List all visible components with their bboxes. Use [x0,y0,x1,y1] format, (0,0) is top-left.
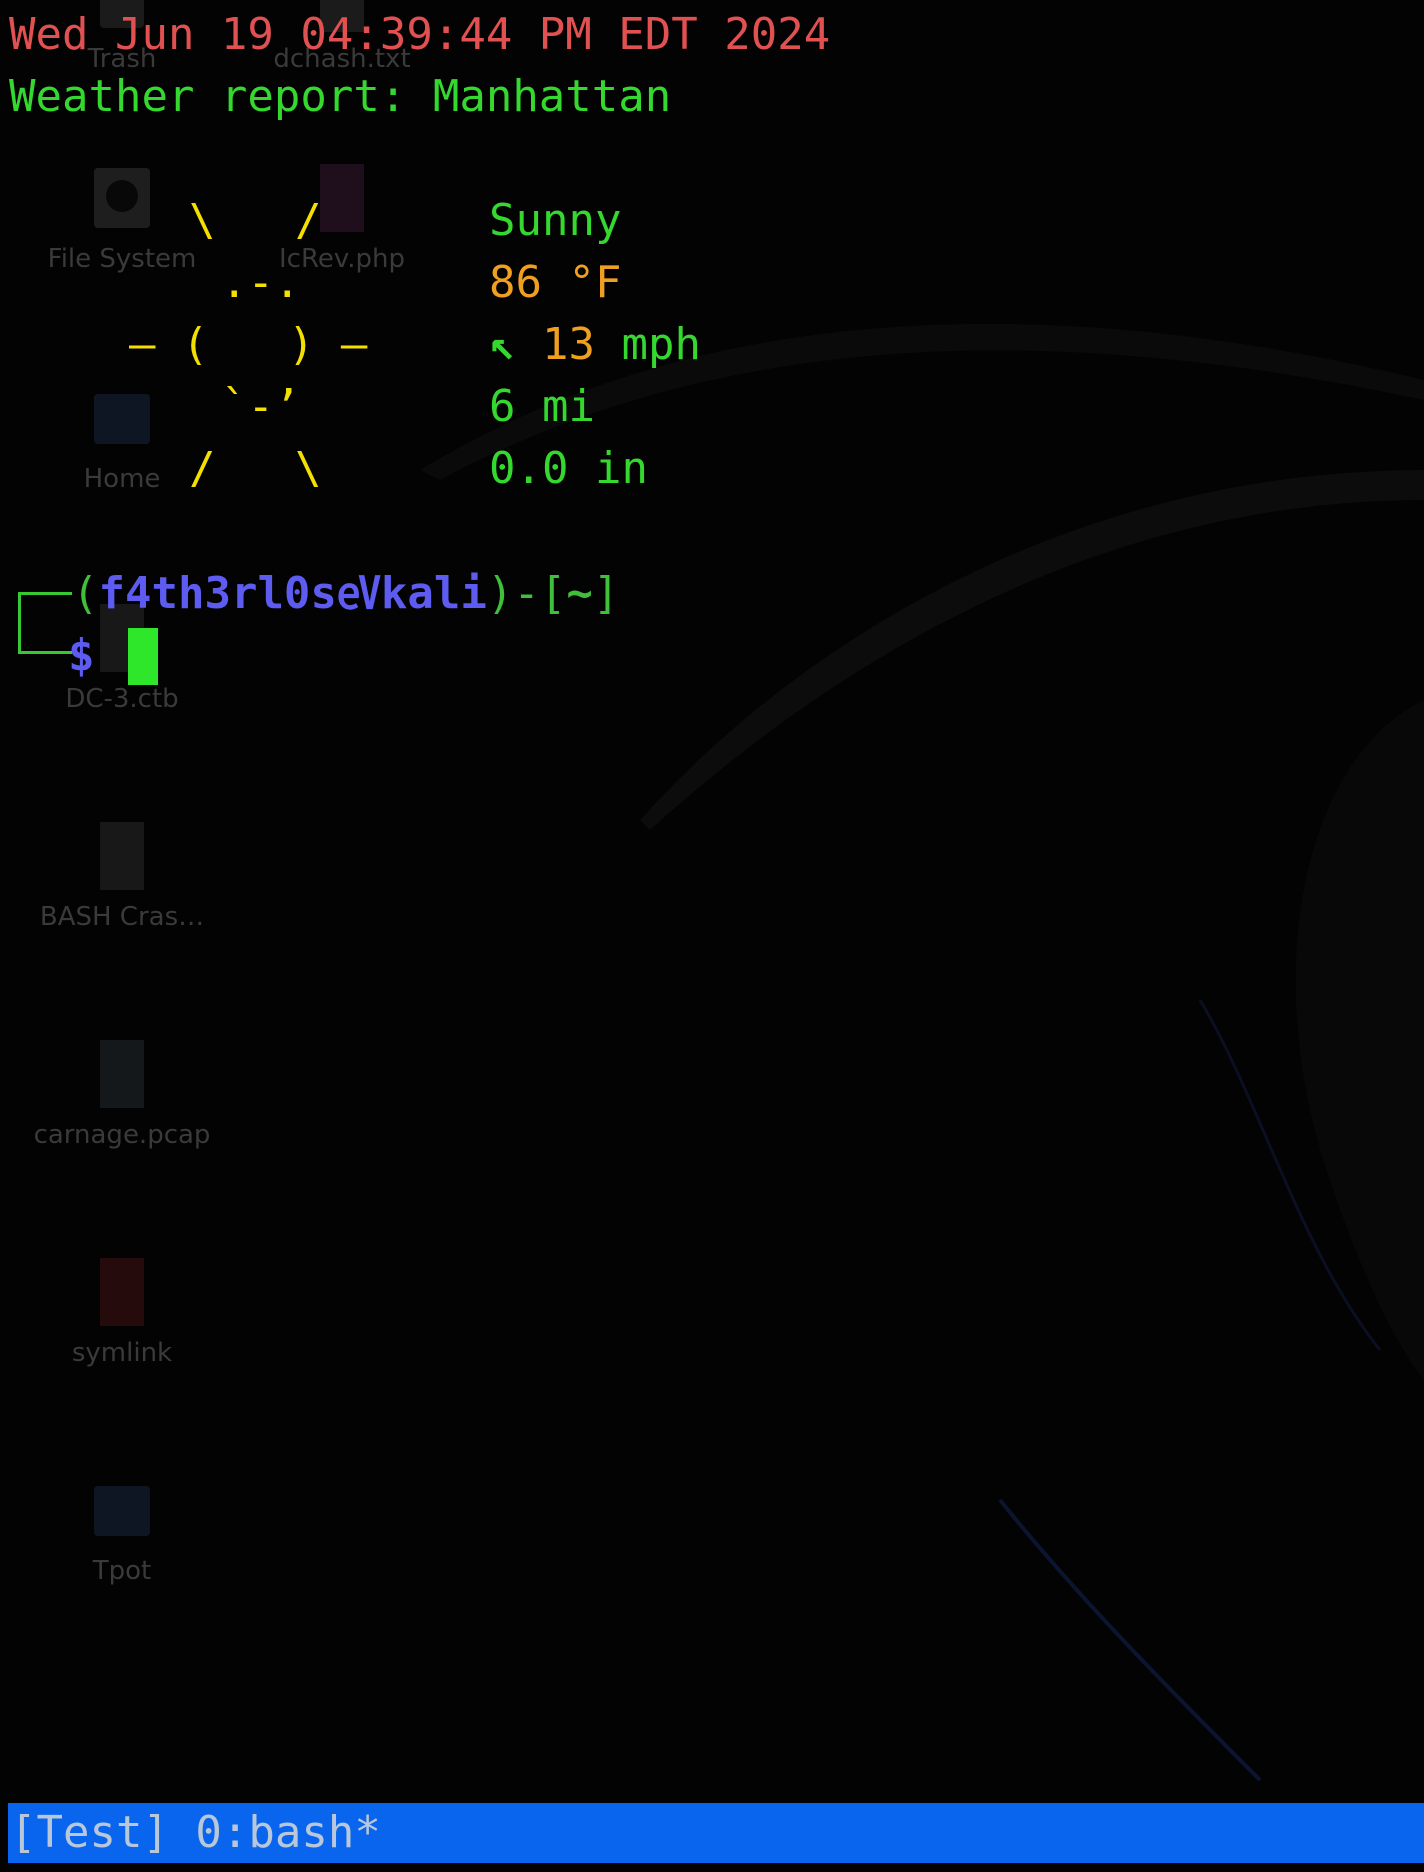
weather-wind: ↖ 13 mph [489,323,701,367]
tmux-window-list[interactable]: [Test] 0:bash* [10,1811,381,1855]
prompt-open-paren: ( [72,568,99,619]
ascii-sun-line-4: `-’ [221,381,301,432]
prompt-cwd-close: ] [592,568,620,619]
weather-condition: Sunny [489,195,622,246]
wind-speed: 13 [542,319,595,370]
kali-logo-icon: ㋎ [336,568,381,619]
prompt-host: kali [380,568,487,619]
date-output: Wed Jun 19 04:39:44 PM EDT 2024 [9,9,831,60]
tmux-status-bar[interactable]: [Test] 0:bash* [8,1803,1424,1863]
weather-precipitation: 0.0 in [489,443,648,494]
terminal-window[interactable]: Wed Jun 19 04:39:44 PM EDT 2024 Weather … [0,0,1424,1872]
prompt-corner-bracket [18,592,72,654]
weather-header: Weather report: Manhattan [9,71,672,122]
ascii-sun-line-1: \ / [189,195,322,246]
weather-temperature: 86 °F [489,261,621,305]
ascii-sun-line-5: / \ [189,443,322,494]
temperature-unit: °F [568,257,622,308]
prompt-line: (f4th3rl0s㋎kali)-[~] [72,572,619,616]
prompt-close: )-[ [486,568,567,619]
ascii-sun-line-3: ‒ ( ) ‒ [129,319,368,370]
wind-arrow-icon: ↖ [489,319,516,370]
ascii-sun-line-2: .-. [221,257,301,308]
prompt-cwd: ~ [566,568,593,619]
terminal-cursor[interactable] [128,628,158,685]
temperature-value: 86 [489,257,542,308]
weather-visibility: 6 mi [489,381,595,432]
prompt-user: f4th3rl0s [98,568,337,619]
wind-unit: mph [621,319,701,370]
